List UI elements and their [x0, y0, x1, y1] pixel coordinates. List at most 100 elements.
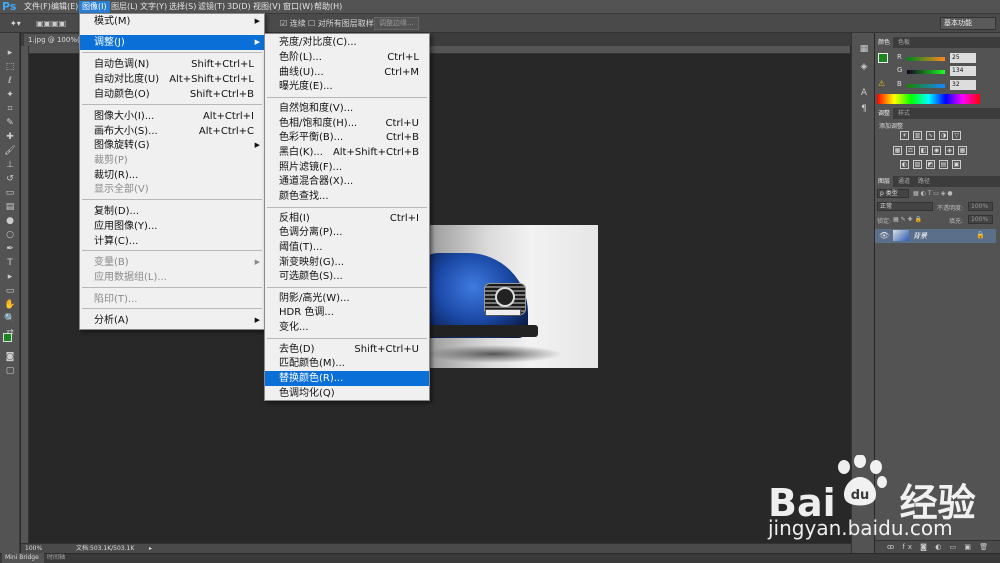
contiguous-checkbox[interactable]: ☑ 连续: [280, 18, 306, 29]
image-menu-item[interactable]: 复制(D)...: [80, 204, 264, 219]
adjust-menu-item[interactable]: 匹配颜色(M)...: [265, 356, 429, 371]
lasso-tool-icon[interactable]: ℓ: [4, 75, 16, 87]
adjust-menu-item[interactable]: 通道混合器(X)...: [265, 174, 429, 189]
image-menu-item[interactable]: 图像旋转(G) ▶: [80, 138, 264, 153]
invert-icon[interactable]: ◐: [900, 160, 909, 169]
image-menu-item[interactable]: 计算(C)...: [80, 234, 264, 249]
adjust-menu-item[interactable]: 变化...: [265, 320, 429, 335]
curves-icon[interactable]: ∿: [926, 131, 935, 140]
layer-name[interactable]: 背景: [913, 230, 927, 242]
menu-view[interactable]: 视图(V): [250, 1, 284, 13]
red-slider[interactable]: [907, 57, 945, 61]
green-slider[interactable]: [907, 70, 945, 74]
brightness-icon[interactable]: ☀: [900, 131, 909, 140]
black-white-icon[interactable]: ◧: [919, 146, 928, 155]
refine-edge-button[interactable]: 调整边缘...: [374, 17, 419, 30]
visibility-eye-icon[interactable]: 👁: [879, 231, 889, 240]
type-tool-icon[interactable]: T: [4, 257, 16, 269]
document-tab[interactable]: 1.jpg @ 100%(RGB: [24, 34, 84, 46]
menu-help[interactable]: 帮助(H): [311, 1, 345, 13]
image-menu-item[interactable]: 分析(A) ▶: [80, 313, 264, 328]
magic-wand-icon[interactable]: ✦: [4, 89, 16, 101]
adjust-menu-item[interactable]: 去色(D) Shift+Ctrl+U: [265, 342, 429, 357]
blue-slider[interactable]: [907, 84, 945, 88]
adjust-menu-item[interactable]: 渐变映射(G)...: [265, 255, 429, 270]
adjust-menu-item[interactable]: 色阶(L)... Ctrl+L: [265, 50, 429, 65]
color-balance-icon[interactable]: ⚖: [906, 146, 915, 155]
photo-filter-icon[interactable]: ◉: [932, 146, 941, 155]
image-menu-item[interactable]: 调整(J) ▶: [80, 35, 264, 50]
character-icon[interactable]: A: [858, 87, 870, 99]
exposure-icon[interactable]: ◑: [939, 131, 948, 140]
magic-wand-tool-icon[interactable]: ✦▾: [10, 18, 21, 29]
screen-mode-icon[interactable]: ▢: [4, 365, 16, 377]
move-tool-icon[interactable]: ▸: [4, 47, 16, 59]
history-brush-icon[interactable]: ↺: [4, 173, 16, 185]
adjust-menu-item[interactable]: 颜色查找...: [265, 189, 429, 204]
document-image[interactable]: [428, 225, 598, 368]
blur-tool-icon[interactable]: ●: [4, 215, 16, 227]
image-menu-item[interactable]: 自动颜色(O) Shift+Ctrl+B: [80, 87, 264, 102]
quick-mask-icon[interactable]: ◙: [4, 351, 16, 363]
adjust-menu-item[interactable]: 阈值(T)...: [265, 240, 429, 255]
adjust-menu-item[interactable]: 反相(I) Ctrl+I: [265, 211, 429, 226]
color-panel-foreground[interactable]: [878, 53, 888, 63]
blue-value[interactable]: 32: [950, 80, 976, 90]
foreground-color-swatch[interactable]: [3, 333, 12, 342]
clone-stamp-icon[interactable]: ⊥: [4, 159, 16, 171]
eraser-tool-icon[interactable]: ▭: [4, 187, 16, 199]
adjust-menu-item[interactable]: 阴影/高光(W)...: [265, 291, 429, 306]
brush-tool-icon[interactable]: 🖌: [4, 145, 16, 157]
threshold-icon[interactable]: ◩: [926, 160, 935, 169]
image-menu-item[interactable]: 画布大小(S)... Alt+Ctrl+C: [80, 124, 264, 139]
zoom-tool-icon[interactable]: 🔍: [4, 313, 16, 325]
adjust-menu-item[interactable]: 替换颜色(R)...: [265, 371, 429, 386]
adjust-menu-item[interactable]: 曝光度(E)...: [265, 79, 429, 94]
posterize-icon[interactable]: ▨: [913, 160, 922, 169]
image-menu-item[interactable]: 应用图像(Y)...: [80, 219, 264, 234]
adjust-menu-item[interactable]: 亮度/对比度(C)...: [265, 35, 429, 50]
dodge-tool-icon[interactable]: ○: [4, 229, 16, 241]
adjust-menu-item[interactable]: 自然饱和度(V)...: [265, 101, 429, 116]
adjust-menu-item[interactable]: 色彩平衡(B)... Ctrl+B: [265, 130, 429, 145]
adjust-menu-item[interactable]: HDR 色调...: [265, 305, 429, 320]
layer-thumbnail[interactable]: [893, 230, 909, 241]
layer-kind-filter[interactable]: p 类型: [877, 189, 909, 198]
tab-paths[interactable]: 路径: [915, 176, 933, 187]
eyedropper-icon[interactable]: ✎: [4, 117, 16, 129]
path-selection-icon[interactable]: ▸: [4, 271, 16, 283]
blend-mode-select[interactable]: 正常: [877, 202, 933, 211]
shape-tool-icon[interactable]: ▭: [4, 285, 16, 297]
gradient-map-icon[interactable]: ▤: [939, 160, 948, 169]
image-menu-item[interactable]: 自动对比度(U) Alt+Shift+Ctrl+L: [80, 72, 264, 87]
selective-color-icon[interactable]: ▣: [952, 160, 961, 169]
tab-adjustments[interactable]: 调整: [875, 108, 894, 119]
crop-tool-icon[interactable]: ⌗: [4, 103, 16, 115]
sample-all-layers-checkbox[interactable]: ☐ 对所有图层取样: [308, 18, 374, 29]
opacity-input[interactable]: 100%: [968, 202, 993, 211]
pen-tool-icon[interactable]: ✒: [4, 243, 16, 255]
tab-layers[interactable]: 图层: [875, 176, 894, 187]
layer-filter-icons[interactable]: ▦ ◐ T ▭ ◈ ●: [913, 190, 953, 197]
hand-tool-icon[interactable]: ✋: [4, 299, 16, 311]
adjust-menu-item[interactable]: 照片滤镜(F)...: [265, 160, 429, 175]
menu-layer[interactable]: 图层(L): [108, 1, 141, 13]
gradient-tool-icon[interactable]: ▤: [4, 201, 16, 213]
image-menu-item[interactable]: 模式(M) ▶: [80, 14, 264, 29]
timeline-tab[interactable]: 时间轴: [44, 553, 84, 563]
adjust-menu-item[interactable]: 黑白(K)... Alt+Shift+Ctrl+B: [265, 145, 429, 160]
tab-swatches[interactable]: 色板: [895, 37, 913, 48]
color-spectrum-bar[interactable]: [877, 94, 980, 104]
mini-bridge-tab[interactable]: Mini Bridge: [2, 553, 44, 563]
menu-edit[interactable]: 编辑(E): [48, 1, 81, 13]
image-menu-item[interactable]: 裁切(R)...: [80, 168, 264, 183]
color-lookup-icon[interactable]: ▦: [958, 146, 967, 155]
image-menu-item[interactable]: 自动色调(N) Shift+Ctrl+L: [80, 57, 264, 72]
adjust-menu-item[interactable]: 曲线(U)... Ctrl+M: [265, 65, 429, 80]
red-value[interactable]: 25: [950, 53, 976, 63]
workspace-select[interactable]: 基本功能: [940, 17, 996, 30]
adjust-menu-item[interactable]: 色相/饱和度(H)... Ctrl+U: [265, 116, 429, 131]
tab-styles[interactable]: 样式: [895, 108, 913, 119]
history-icon[interactable]: ▦: [858, 43, 870, 55]
selection-mode-icons[interactable]: ▣▣▣▣: [36, 18, 66, 29]
